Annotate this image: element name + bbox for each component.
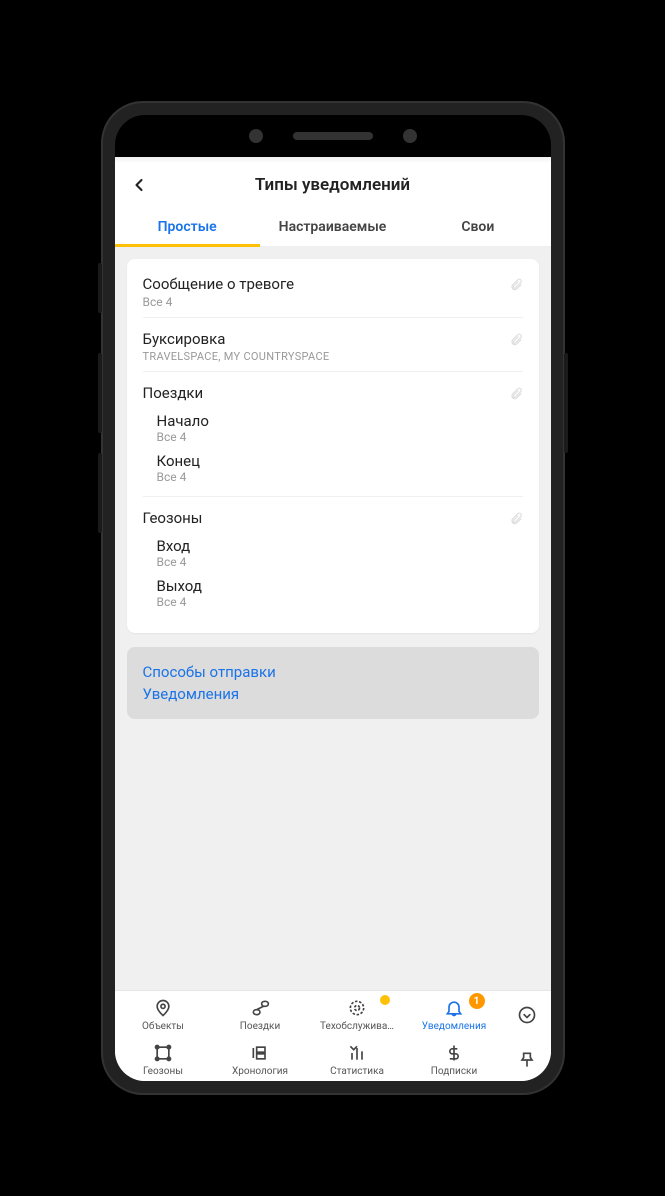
nav-geozones[interactable]: Геозоны: [115, 1036, 212, 1081]
nav-label: Статистика: [330, 1066, 384, 1077]
phone-button: [98, 453, 102, 533]
nav-label: Хронология: [232, 1066, 288, 1077]
sub-count: Все 4: [157, 430, 523, 444]
sub-count: Все 4: [157, 595, 523, 609]
sub-title: Начало: [157, 412, 523, 430]
phone-button: [98, 353, 102, 433]
polygon-icon: [152, 1042, 174, 1064]
tab-custom[interactable]: Настраиваемые: [260, 207, 405, 246]
links-card: Способы отправки Уведомления: [127, 647, 539, 719]
paperclip-icon: [509, 332, 523, 351]
content: Сообщение о тревоге Все 4 Буксировка TRA…: [115, 247, 551, 990]
nav-label: Подписки: [431, 1066, 477, 1077]
nav-subscriptions[interactable]: Подписки: [406, 1036, 503, 1081]
row-trips[interactable]: Поездки Начало Все 4 Конец Все 4: [143, 372, 523, 497]
row-subtitle: Все 4: [143, 295, 523, 309]
notifications-badge: 1: [469, 993, 485, 1009]
phone-button: [98, 263, 102, 313]
row-alarm[interactable]: Сообщение о тревоге Все 4: [143, 263, 523, 318]
nav-row-2: Геозоны Хронология Статистика: [115, 1036, 551, 1081]
phone-inner: Типы уведомлений Простые Настраиваемые С…: [115, 115, 551, 1081]
nav-pin[interactable]: [503, 1036, 551, 1081]
row-towing[interactable]: Буксировка TRAVELSPACE, MY COUNTRYSPACE: [143, 318, 523, 372]
back-button[interactable]: [115, 175, 163, 195]
bottom-nav: Объекты Поездки Техобслужива…: [115, 990, 551, 1081]
sub-title: Конец: [157, 452, 523, 470]
tab-own[interactable]: Свои: [405, 207, 550, 246]
tabs: Простые Настраиваемые Свои: [115, 207, 551, 247]
sub-trip-start[interactable]: Начало Все 4: [157, 408, 523, 448]
nav-label: Уведомления: [422, 1021, 486, 1032]
sub-count: Все 4: [157, 555, 523, 569]
route-icon: [249, 997, 271, 1019]
sub-trip-end[interactable]: Конец Все 4: [157, 448, 523, 488]
phone-notch: [115, 115, 551, 157]
nav-label: Геозоны: [143, 1066, 183, 1077]
sub-geo-enter[interactable]: Вход Все 4: [157, 533, 523, 573]
paperclip-icon: [509, 386, 523, 405]
sub-title: Выход: [157, 577, 523, 595]
nav-timeline[interactable]: Хронология: [212, 1036, 309, 1081]
nav-stats[interactable]: Статистика: [309, 1036, 406, 1081]
nav-collapse[interactable]: [503, 991, 551, 1036]
sub-items: Начало Все 4 Конец Все 4: [143, 408, 523, 488]
sub-count: Все 4: [157, 470, 523, 484]
row-title: Поездки: [143, 384, 523, 402]
page-title: Типы уведомлений: [115, 175, 551, 195]
nav-notifications[interactable]: 1 Уведомления: [406, 991, 503, 1036]
row-subtitle: TRAVELSPACE, MY COUNTRYSPACE: [143, 350, 523, 363]
sub-geo-exit[interactable]: Выход Все 4: [157, 573, 523, 613]
gear-icon: [346, 997, 368, 1019]
dollar-icon: [443, 1042, 465, 1064]
pushpin-icon: [516, 1049, 538, 1071]
link-notifications[interactable]: Уведомления: [143, 683, 523, 705]
notifications-card: Сообщение о тревоге Все 4 Буксировка TRA…: [127, 259, 539, 633]
row-title: Геозоны: [143, 509, 523, 527]
nav-label: Техобслужива…: [320, 1021, 394, 1032]
sub-items: Вход Все 4 Выход Все 4: [143, 533, 523, 613]
row-title: Буксировка: [143, 330, 523, 348]
row-title: Сообщение о тревоге: [143, 275, 523, 293]
tab-simple[interactable]: Простые: [115, 207, 260, 246]
maintenance-badge: [380, 995, 390, 1005]
link-delivery-methods[interactable]: Способы отправки: [143, 661, 523, 683]
nav-label: Поездки: [240, 1021, 280, 1032]
timeline-icon: [249, 1042, 271, 1064]
sub-title: Вход: [157, 537, 523, 555]
pin-icon: [152, 997, 174, 1019]
nav-maintenance[interactable]: Техобслужива…: [309, 991, 406, 1036]
paperclip-icon: [509, 277, 523, 296]
chart-icon: [346, 1042, 368, 1064]
paperclip-icon: [509, 511, 523, 530]
chevron-down-circle-icon: [516, 1004, 538, 1026]
nav-label: Объекты: [142, 1021, 184, 1032]
row-geozones[interactable]: Геозоны Вход Все 4 Выход Все 4: [143, 497, 523, 621]
chevron-left-icon: [129, 175, 149, 195]
phone-frame: Типы уведомлений Простые Настраиваемые С…: [103, 103, 563, 1093]
bell-icon: [443, 997, 465, 1019]
nav-trips[interactable]: Поездки: [212, 991, 309, 1036]
phone-button: [564, 353, 568, 453]
nav-objects[interactable]: Объекты: [115, 991, 212, 1036]
app-screen: Типы уведомлений Простые Настраиваемые С…: [115, 157, 551, 1081]
nav-row-1: Объекты Поездки Техобслужива…: [115, 991, 551, 1036]
header: Типы уведомлений: [115, 163, 551, 207]
